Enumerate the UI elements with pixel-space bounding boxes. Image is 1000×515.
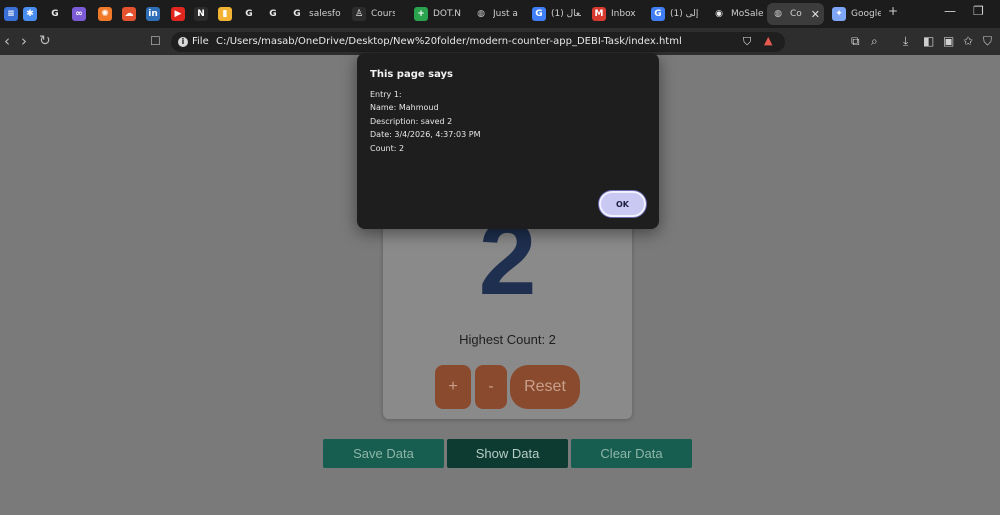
chart-icon: ▮	[218, 7, 232, 21]
browser-tab[interactable]: ▮	[214, 3, 236, 25]
google-icon: G	[269, 9, 277, 19]
new-tab-button[interactable]: +	[888, 4, 898, 18]
dialog-line-count: Count: 2	[370, 144, 405, 153]
url-text[interactable]: C:/Users/masab/OneDrive/Desktop/New%20fo…	[216, 36, 682, 47]
plus-icon: +	[414, 7, 428, 21]
tab-title: Just a r	[493, 9, 521, 19]
reset-button[interactable]: Reset	[510, 365, 580, 409]
dialog-line-entry: Entry 1:	[370, 90, 402, 99]
browser-tab[interactable]: G	[262, 3, 284, 25]
google-icon: G	[293, 9, 301, 19]
browser-tab[interactable]: G	[44, 3, 66, 25]
tab-strip: ≡✱G∞✺☁in▶N▮GGGsalesfo♙Course+DOT.N◍Just …	[0, 0, 1000, 28]
ok-button[interactable]: OK	[599, 191, 646, 217]
youtube-icon: ▶	[171, 7, 185, 21]
download-icon[interactable]: ⤓	[903, 34, 908, 48]
tab-title: Google	[851, 9, 881, 19]
tab-title: MoSale	[731, 9, 764, 19]
tab-title: Course	[371, 9, 395, 19]
increment-button[interactable]: +	[435, 365, 471, 409]
dialog-line-description: Description: saved 2	[370, 117, 453, 126]
brave-shield-icon[interactable]: ⛉	[743, 35, 751, 49]
tab-title: العال (1)	[551, 9, 581, 19]
tab-title: salesfo	[309, 9, 341, 19]
address-bar[interactable]: i File C:/Users/masab/OneDrive/Desktop/N…	[171, 32, 785, 52]
minimize-button[interactable]: —	[944, 4, 956, 18]
dialog-line-date: Date: 3/4/2026, 4:37:03 PM	[370, 130, 481, 139]
dialog-title: This page says	[370, 69, 453, 80]
brave-rewards-icon[interactable]: ▲	[764, 34, 772, 47]
alert-dialog: This page says Entry 1: Name: Mahmoud De…	[357, 53, 659, 229]
decrement-button[interactable]: -	[475, 365, 507, 409]
browser-tab[interactable]: ✱	[19, 3, 41, 25]
tab-title: Inbox (	[611, 9, 639, 19]
back-button[interactable]: ‹	[4, 32, 10, 50]
globe-icon: ◍	[774, 9, 782, 19]
browser-tab[interactable]: in	[142, 3, 164, 25]
bookmark-icon[interactable]: ☐	[150, 32, 161, 50]
show-data-button[interactable]: Show Data	[447, 439, 568, 468]
google-icon: G	[51, 9, 59, 19]
vpn-icon[interactable]: ⛉	[983, 34, 992, 48]
clear-data-button[interactable]: Clear Data	[571, 439, 692, 468]
sidebar-icon[interactable]: ◧	[923, 34, 934, 48]
sun-icon: ✺	[98, 7, 112, 21]
google-icon: G	[245, 9, 253, 19]
sparkle-icon: ✦	[832, 7, 846, 21]
github-icon: ◉	[715, 9, 723, 19]
browser-tab[interactable]: ☁	[118, 3, 140, 25]
restore-button[interactable]: ❐	[973, 4, 984, 18]
browser-tab[interactable]: ♙ Course	[348, 3, 399, 25]
reload-button[interactable]: ↻	[39, 32, 51, 50]
browser-tab[interactable]: ✦ Google	[828, 3, 885, 25]
tab-title: إلى (1)	[670, 9, 699, 19]
tab-title: DOT.N	[433, 9, 462, 19]
browser-tab[interactable]: G العال (1)	[528, 3, 585, 25]
linkedin-icon: in	[146, 7, 160, 21]
loop-icon: ∞	[72, 7, 86, 21]
dialog-line-name: Name: Mahmoud	[370, 103, 439, 112]
wallet-icon[interactable]: ▣	[943, 34, 954, 48]
cloud-icon: ☁	[122, 7, 136, 21]
save-data-button[interactable]: Save Data	[323, 439, 444, 468]
g-icon: G	[532, 7, 546, 21]
person-icon: ♙	[352, 7, 366, 21]
browser-tab[interactable]: ◍ Just a r	[470, 3, 525, 25]
star-icon: ✱	[23, 7, 37, 21]
tab-title: Co	[790, 9, 802, 19]
highest-count-label: Highest Count: 2	[459, 332, 556, 347]
close-tab-icon[interactable]: ✕	[811, 8, 820, 21]
gmail-icon: M	[592, 7, 606, 21]
browser-toolbar: ‹ › ↻ ☐ i File C:/Users/masab/OneDrive/D…	[0, 28, 1000, 55]
screenshot-icon[interactable]: ⌕	[871, 34, 878, 48]
browser-tab[interactable]: N	[190, 3, 212, 25]
browser-tab[interactable]: G	[238, 3, 260, 25]
forward-button[interactable]: ›	[21, 32, 27, 50]
browser-tab[interactable]: ∞	[68, 3, 90, 25]
browser-tab[interactable]: ✺	[94, 3, 116, 25]
browser-tab[interactable]: Gsalesfo	[286, 3, 345, 25]
globe-icon: ◍	[477, 9, 485, 19]
site-info-icon[interactable]: i	[178, 37, 188, 47]
url-scheme: File	[192, 36, 209, 47]
notion-icon: N	[194, 7, 208, 21]
mail-icon: ≡	[4, 7, 18, 21]
bookmarks-icon[interactable]: ✩	[963, 34, 973, 48]
g-icon: G	[651, 7, 665, 21]
extensions-icon[interactable]: ⧉	[851, 34, 860, 48]
browser-tab[interactable]: G إلى (1)	[647, 3, 702, 25]
browser-tab[interactable]: M Inbox (	[588, 3, 643, 25]
browser-tab[interactable]: + DOT.N	[410, 3, 465, 25]
browser-tab[interactable]: ◍ Co ✕	[767, 3, 825, 25]
browser-tab[interactable]: ◉ MoSale	[708, 3, 768, 25]
browser-tab[interactable]: ▶	[167, 3, 189, 25]
